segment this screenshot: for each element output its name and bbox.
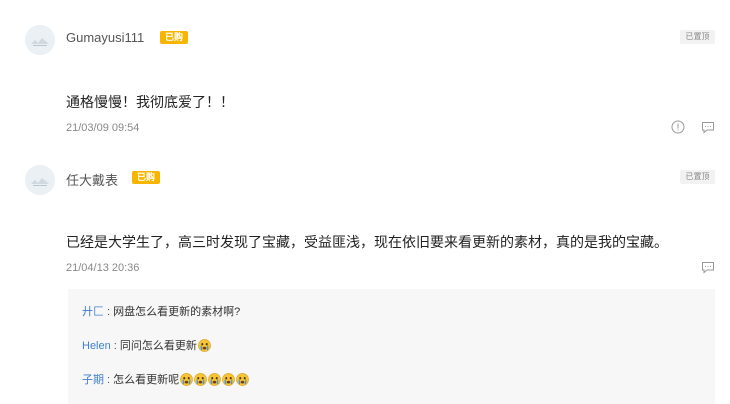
crying-face-emoji-icon <box>198 339 211 352</box>
avatar[interactable] <box>25 25 55 55</box>
comment-text: 通格慢慢！我彻底爱了！！ <box>66 94 234 110</box>
crying-face-emoji-icon <box>222 373 235 386</box>
reply-item: 子期 : 怎么看更新呢 <box>82 371 249 387</box>
reply-separator: : <box>110 340 120 352</box>
reply-text: 怎么看更新呢 <box>113 374 180 386</box>
reply-icon[interactable] <box>701 260 715 274</box>
comment-time: 21/03/09 09:54 <box>66 122 140 134</box>
reply-item: 廾匚 : 网盘怎么看更新的素材啊? <box>82 303 240 319</box>
pinned-badge: 已置顶 <box>680 30 715 44</box>
emoji-group <box>179 373 249 386</box>
reply-username[interactable]: 廾匚 <box>82 306 104 318</box>
purchased-badge: 已购 <box>160 31 188 44</box>
reply-separator: : <box>104 374 114 386</box>
reply-text: 同问怎么看更新 <box>119 340 197 352</box>
purchased-badge: 已购 <box>132 171 160 184</box>
crying-face-emoji-icon <box>236 373 249 386</box>
reply-username[interactable]: 子期 <box>82 374 104 386</box>
reply-item: Helen : 同问怎么看更新 <box>82 337 211 353</box>
reply-username[interactable]: Helen <box>82 340 111 352</box>
username[interactable]: 任大戴表 <box>66 170 118 189</box>
reply-list: 廾匚 : 网盘怎么看更新的素材啊? Helen : 同问怎么看更新 子期 : 怎… <box>68 289 715 404</box>
crying-face-emoji-icon <box>180 373 193 386</box>
comment-text: 已经是大学生了，高三时发现了宝藏，受益匪浅，现在依旧要来看更新的素材，真的是我的… <box>66 234 668 250</box>
emoji-group <box>197 339 211 352</box>
avatar-image-icon <box>25 165 55 195</box>
reply-text: 网盘怎么看更新的素材啊? <box>113 306 241 318</box>
username[interactable]: Gumayusi111 <box>66 30 144 45</box>
avatar[interactable] <box>25 165 55 195</box>
crying-face-emoji-icon <box>208 373 221 386</box>
reply-separator: : <box>104 306 114 318</box>
avatar-image-icon <box>25 25 55 55</box>
pinned-badge: 已置顶 <box>680 170 715 184</box>
report-icon[interactable] <box>671 120 685 134</box>
crying-face-emoji-icon <box>194 373 207 386</box>
comment-time: 21/04/13 20:36 <box>66 262 140 274</box>
reply-icon[interactable] <box>701 120 715 134</box>
